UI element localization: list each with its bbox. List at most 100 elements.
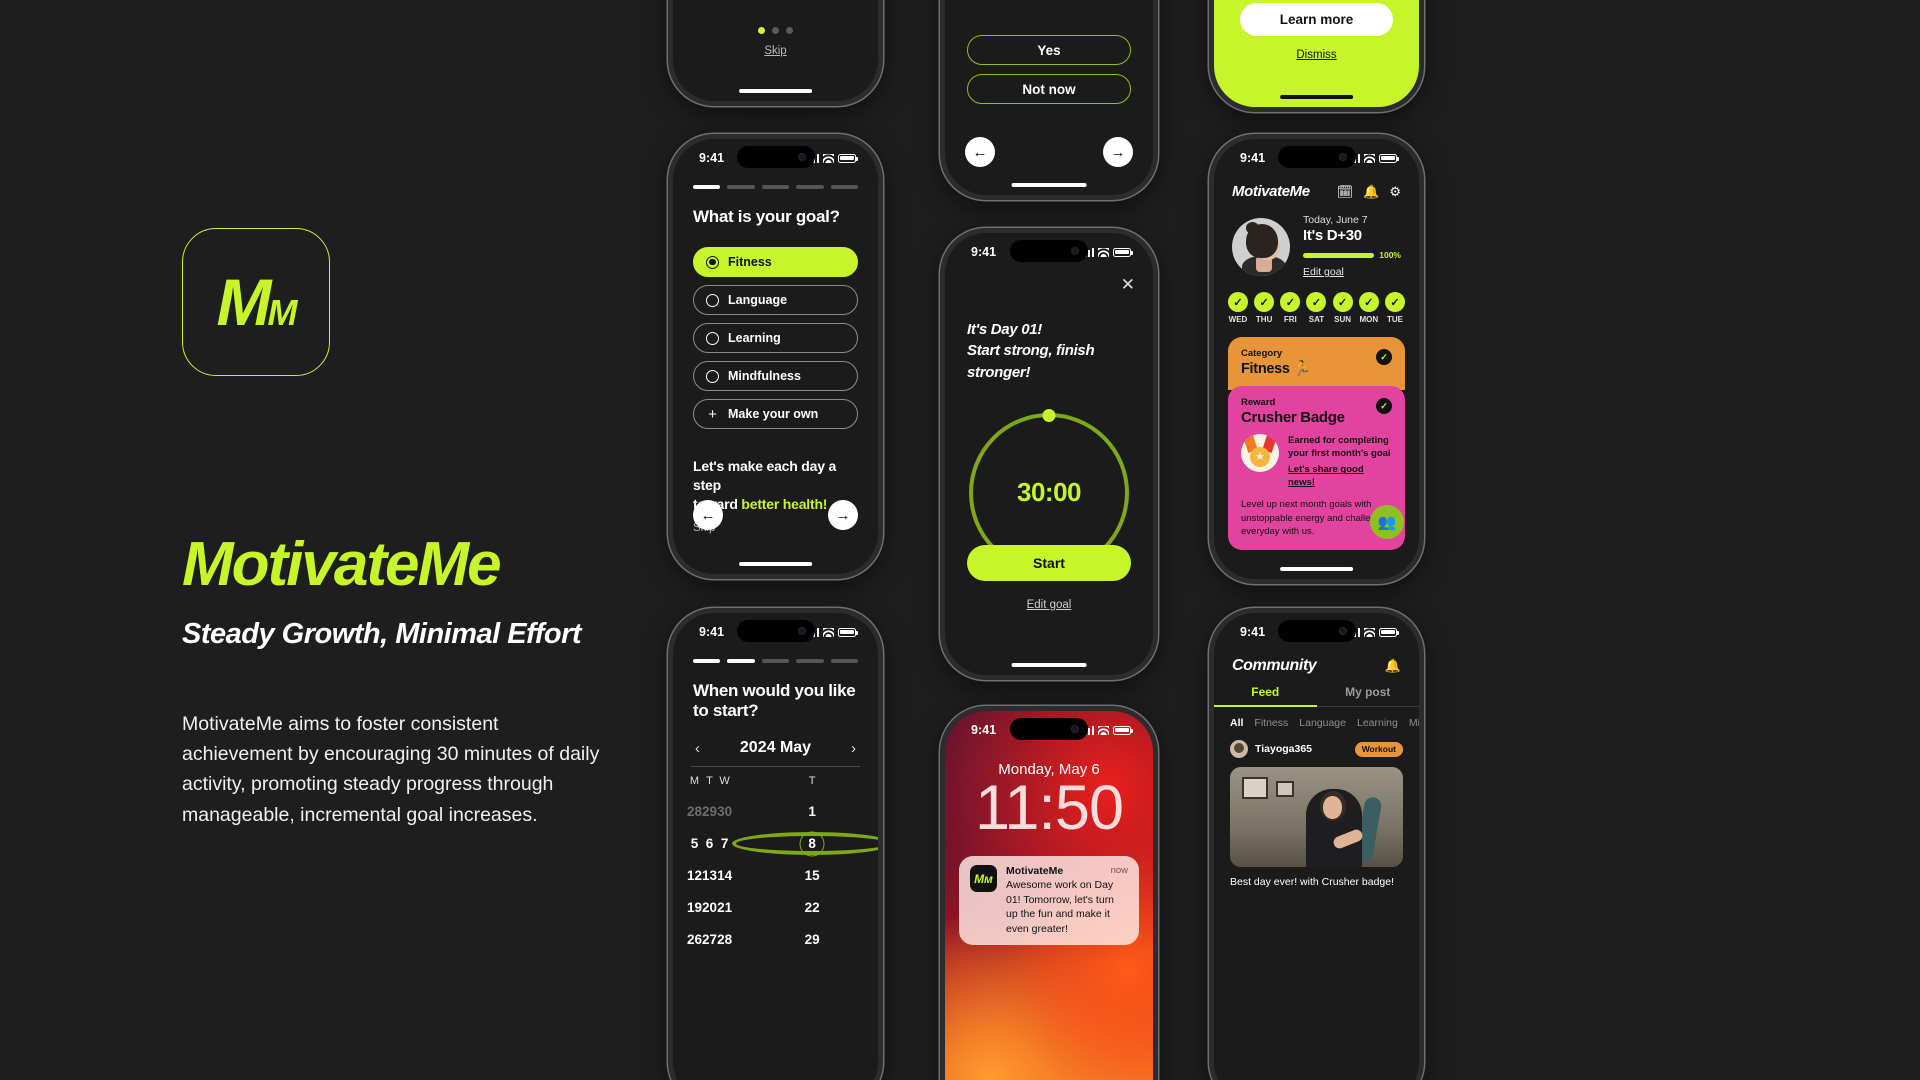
chip-fitness[interactable]: Fitness (1254, 717, 1288, 729)
badge-text-2: your first month's goal (1288, 448, 1391, 460)
progress-step-5 (830, 185, 859, 189)
calendar-day[interactable]: 12 (687, 864, 702, 887)
lock-wallpaper: 9:41 Monday, May 6 11:50 Mм MotivateMe n… (945, 711, 1153, 1080)
post-caption: Best day ever! with Crusher badge! (1230, 876, 1395, 888)
check-icon: ✓ (1384, 292, 1405, 312)
onboarding-nav: ← → (965, 137, 1133, 167)
share-link[interactable]: Let's share good news! (1288, 463, 1392, 489)
avatar[interactable] (1230, 740, 1248, 758)
avatar[interactable] (1232, 218, 1290, 276)
bell-icon[interactable]: 🔔 (1385, 658, 1401, 674)
community-tabs: Feed My post (1214, 685, 1419, 707)
progress-bar (1303, 252, 1375, 258)
confirm-not-now-button[interactable]: Not now (967, 74, 1131, 104)
goal-question: What is your goal? (693, 207, 840, 226)
post-author: Tiayoga365 (1255, 743, 1313, 755)
status-icons (1080, 725, 1133, 735)
gear-icon[interactable]: ⚙ (1389, 184, 1401, 200)
close-icon[interactable]: ✕ (1121, 275, 1135, 295)
calendar-day[interactable]: 26 (687, 928, 702, 951)
dot-2[interactable] (772, 27, 779, 34)
calendar-day[interactable]: 21 (717, 896, 732, 919)
back-button[interactable]: ← (693, 500, 723, 530)
status-bar: 9:41 (673, 139, 878, 173)
timer-handle[interactable] (1042, 408, 1056, 422)
plus-icon: + (708, 405, 717, 423)
calendar-day[interactable]: 29 (732, 928, 878, 951)
chip-all[interactable]: All (1230, 717, 1243, 729)
skip-button[interactable]: Skip (673, 45, 878, 57)
goal-option-learning[interactable]: Learning (693, 323, 858, 353)
goal-option-language[interactable]: Language (693, 285, 858, 315)
calendar-day-today[interactable]: 8 (732, 832, 878, 855)
dot-1[interactable] (758, 27, 765, 34)
goal-option-mindfulness[interactable]: Mindfulness (693, 361, 858, 391)
calendar-day[interactable]: 7 (717, 832, 732, 855)
pagination-dots[interactable] (673, 27, 878, 34)
learn-more-button[interactable]: Learn more (1240, 3, 1393, 36)
chevron-left-icon[interactable]: ‹ (695, 740, 700, 757)
goal-option-label: Mindfulness (728, 369, 801, 383)
dot-3[interactable] (786, 27, 793, 34)
people-icon[interactable]: 👥 (1370, 505, 1404, 539)
confirm-yes-button[interactable]: Yes (967, 35, 1131, 65)
progress-percent: 100% (1379, 250, 1401, 260)
badge-text-1: Earned for completing (1288, 435, 1389, 446)
calendar-day[interactable]: 19 (687, 896, 702, 919)
goal-option-fitness[interactable]: Fitness (693, 247, 858, 277)
back-button[interactable]: ← (965, 137, 995, 167)
edit-goal-link[interactable]: Edit goal (945, 599, 1153, 611)
week-day-sat[interactable]: ✓ SAT (1306, 292, 1327, 324)
next-button[interactable]: → (828, 500, 858, 530)
calendar-day[interactable]: 13 (702, 864, 717, 887)
calendar-day[interactable]: 14 (717, 864, 732, 887)
post-header: Tiayoga365 Workout (1214, 729, 1419, 758)
week-day-label: WED (1228, 315, 1248, 324)
badge-description: Earned for completing your first month's… (1288, 434, 1392, 489)
check-icon: ✓ (1306, 292, 1327, 312)
post-image[interactable] (1230, 767, 1403, 867)
home-indicator (1279, 566, 1354, 571)
notification-banner[interactable]: Mм MotivateMe now Awesome work on Day 01… (959, 856, 1139, 946)
home-indicator (1279, 94, 1354, 99)
week-day-tue[interactable]: ✓ TUE (1384, 292, 1405, 324)
next-button[interactable]: → (1103, 137, 1133, 167)
chevron-right-icon[interactable]: › (851, 740, 856, 757)
calendar-day[interactable]: 20 (702, 896, 717, 919)
category-card[interactable]: ✓ Category Fitness 🏃 (1228, 337, 1405, 390)
week-day-thu[interactable]: ✓ THU (1254, 292, 1275, 324)
check-icon: ✓ (1376, 349, 1392, 365)
phone-lock-screen: 9:41 Monday, May 6 11:50 Mм MotivateMe n… (940, 706, 1158, 1080)
calendar-day[interactable]: 30 (717, 800, 732, 823)
calendar-icon[interactable]: 🗓 (1337, 184, 1354, 200)
calendar-header: ‹ 2024 May › (673, 721, 878, 757)
week-day-wed[interactable]: ✓ WED (1228, 292, 1248, 324)
page-title: MotivateMe (182, 530, 502, 599)
progress-step-1 (693, 185, 721, 189)
calendar-day[interactable]: 1 (732, 800, 878, 823)
dismiss-button[interactable]: Dismiss (1214, 49, 1419, 61)
calendar-day[interactable]: 28 (687, 800, 702, 823)
week-day-mon[interactable]: ✓ MON (1358, 292, 1379, 324)
week-day-fri[interactable]: ✓ FRI (1280, 292, 1301, 324)
calendar-day[interactable]: 5 (687, 832, 702, 855)
dynamic-island (1277, 146, 1356, 168)
bell-icon[interactable]: 🔔 (1363, 184, 1379, 200)
calendar-day[interactable]: 27 (702, 928, 717, 951)
chip-mindfulness[interactable]: Mindfu (1409, 717, 1419, 729)
week-day-label: TUE (1386, 315, 1403, 324)
chip-learning[interactable]: Learning (1357, 717, 1398, 729)
tab-feed[interactable]: Feed (1214, 685, 1317, 707)
calendar-day[interactable]: 15 (732, 864, 878, 887)
edit-goal-link[interactable]: Edit goal (1303, 266, 1344, 278)
chip-language[interactable]: Language (1299, 717, 1346, 729)
battery-icon (1379, 153, 1399, 163)
calendar-day[interactable]: 28 (717, 928, 732, 951)
calendar-day[interactable]: 29 (702, 800, 717, 823)
week-day-sun[interactable]: ✓ SUN (1332, 292, 1353, 324)
tab-my-post[interactable]: My post (1317, 685, 1420, 707)
calendar-day[interactable]: 22 (732, 896, 878, 919)
start-button[interactable]: Start (967, 545, 1131, 581)
calendar-day[interactable]: 6 (702, 832, 717, 855)
goal-option-make-your-own[interactable]: + Make your own (693, 399, 858, 429)
